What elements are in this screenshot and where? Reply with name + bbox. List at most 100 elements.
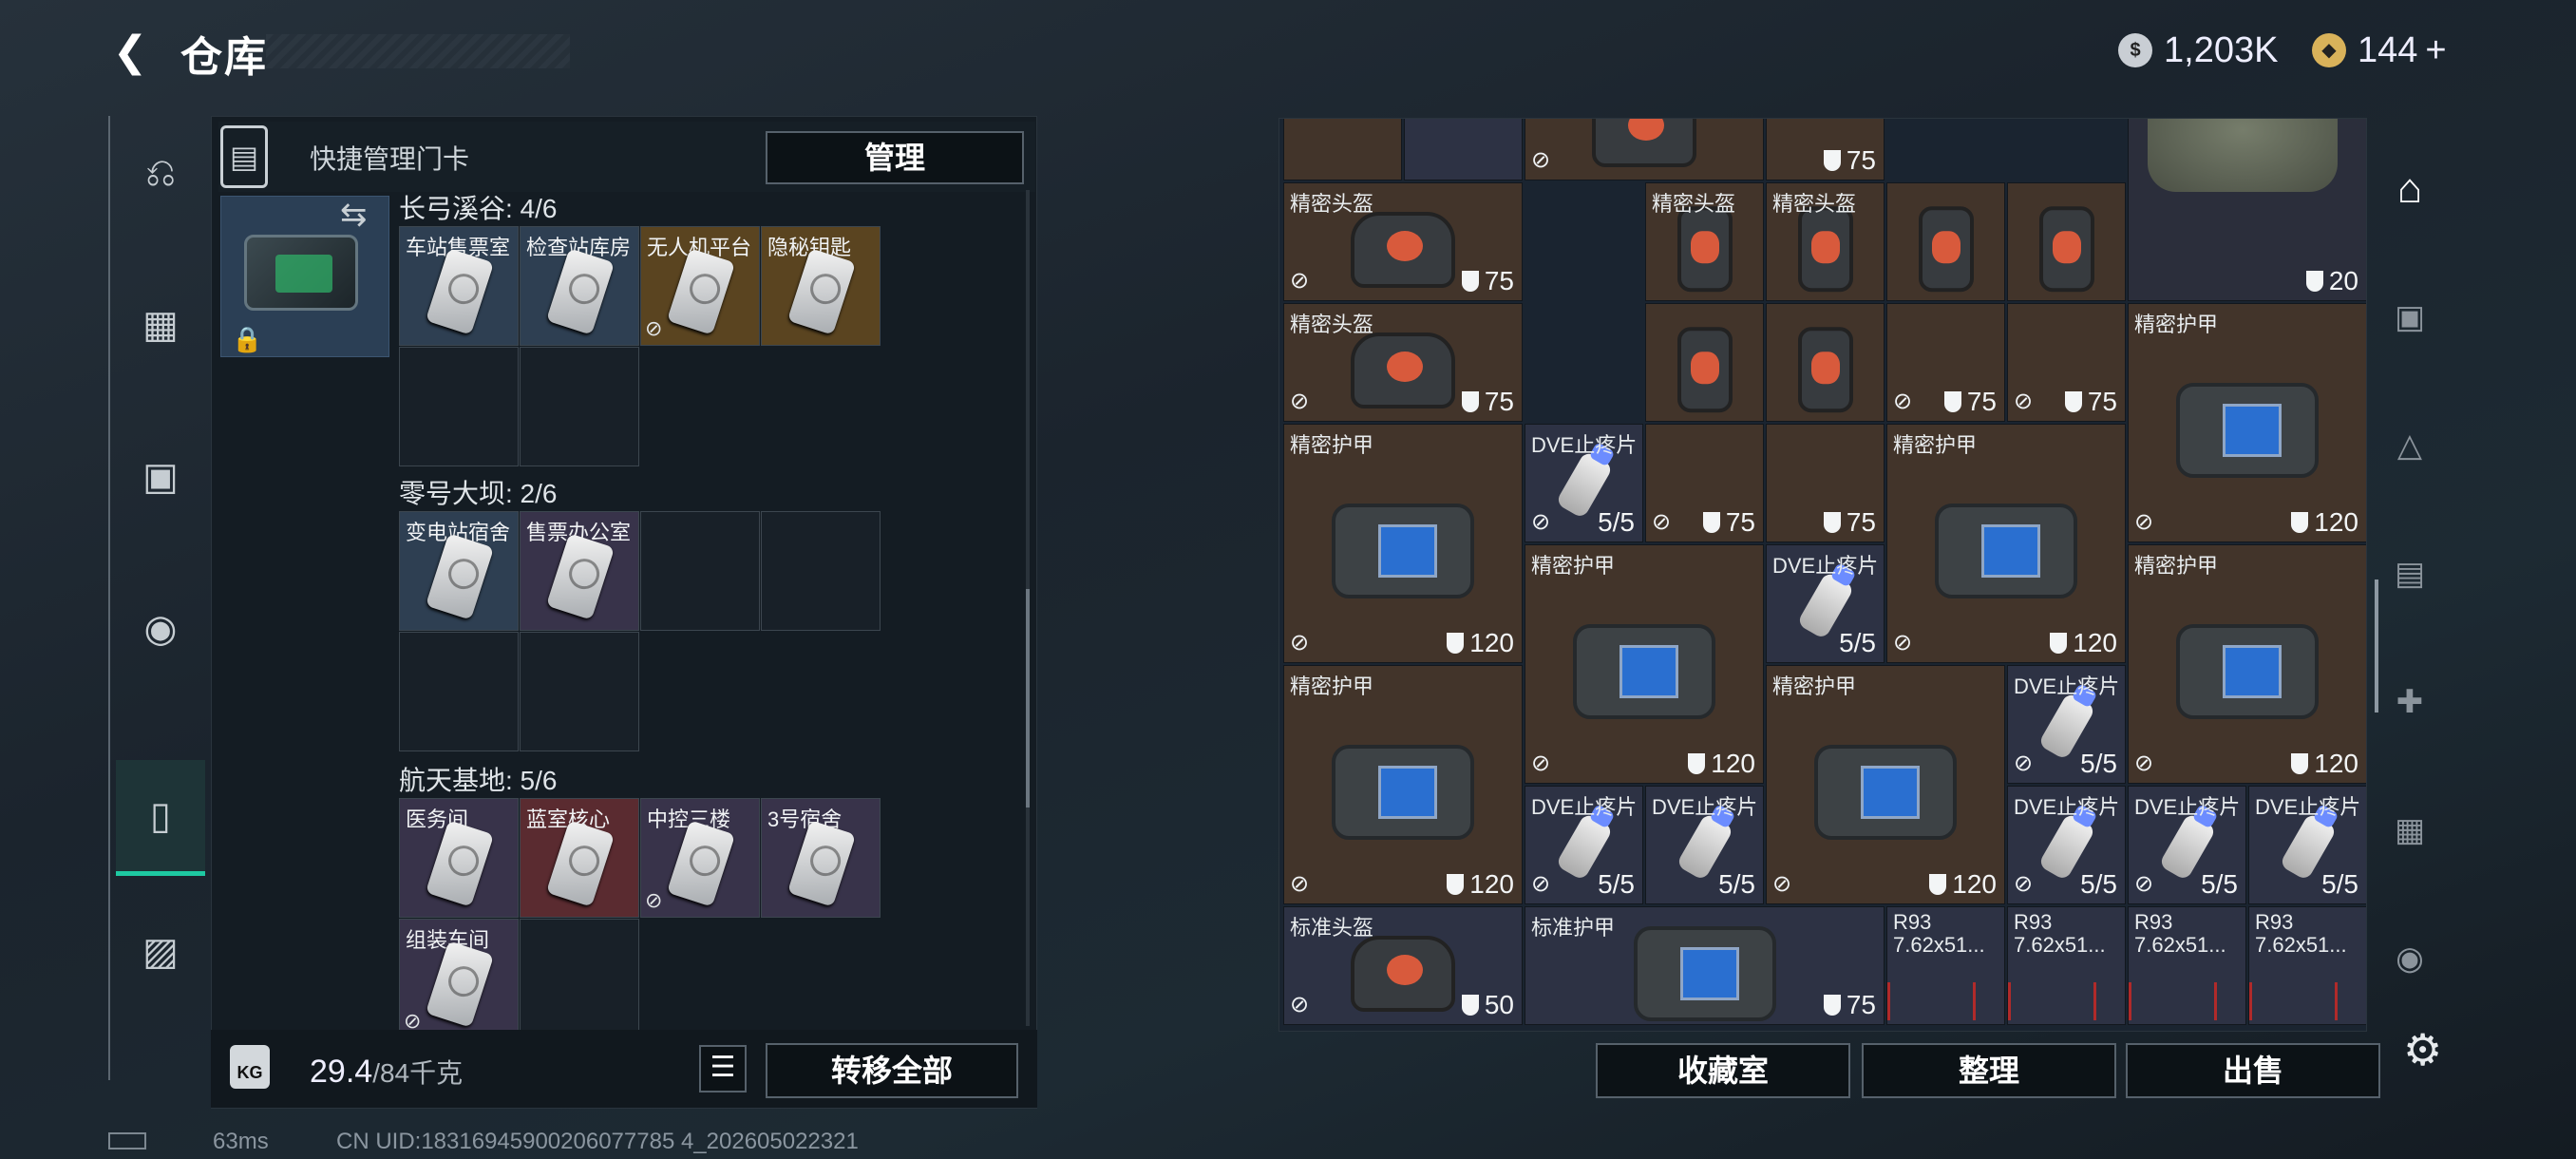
stash-item[interactable] (1283, 119, 1402, 180)
keycard-slot[interactable]: 蓝室核心 (520, 798, 639, 918)
stash-item[interactable]: 标准护甲 75 (1525, 906, 1885, 1025)
empty-keycard-slot[interactable] (640, 511, 760, 631)
stash-item[interactable]: R93 7.62x51... (2007, 906, 2126, 1025)
stash-item[interactable]: 精密护甲 120 ⊘ (1766, 665, 2005, 904)
stash-item[interactable] (1404, 119, 1523, 180)
currency-tokens[interactable]: ◆ 144 + (2312, 27, 2447, 74)
stash-item[interactable]: 75 (1766, 119, 1885, 180)
item-name: 精密护甲 (1290, 433, 1374, 457)
vest-icon[interactable]: ▦ (116, 277, 205, 372)
stash-item[interactable]: 75 ⊘ (1645, 424, 1764, 542)
stash-item[interactable]: 20 (2128, 119, 2366, 301)
stash-item[interactable]: 标准头盔 50 ⊘ (1283, 906, 1523, 1025)
sell-button[interactable]: 出售 (2126, 1043, 2380, 1098)
durability-shield-icon (1929, 874, 1947, 895)
stash-page-4b-icon[interactable]: ◉ (2375, 921, 2445, 997)
stash-item[interactable]: 75 (1766, 424, 1885, 542)
pouch-icon[interactable]: ◉ (116, 581, 205, 676)
stash-item[interactable] (2007, 182, 2126, 301)
item-name: 精密头盔 (1290, 313, 1374, 336)
stash-item[interactable]: 精密护甲 120 ⊘ (1525, 544, 1764, 784)
item-name: 精密头盔 (1652, 192, 1736, 216)
collection-room-button[interactable]: 收藏室 (1596, 1043, 1850, 1098)
empty-keycard-slot[interactable] (520, 632, 639, 751)
stash-item[interactable]: DVE止疼片 5/5 (1645, 786, 1764, 904)
keycard-icon[interactable]: ▯ (116, 760, 205, 876)
swap-icon[interactable]: ⇆ (340, 196, 368, 234)
stash-item[interactable]: 精密护甲 120 ⊘ (1886, 424, 2126, 663)
stash-scroll-thumb[interactable] (2375, 580, 2378, 712)
keycard-slot[interactable]: 3号宿舍 (761, 798, 881, 918)
transfer-all-button[interactable]: 转移全部 (766, 1043, 1018, 1098)
stash-item[interactable]: DVE止疼片 5/5 ⊘ (1525, 424, 1643, 542)
stash-item[interactable]: DVE止疼片 5/5 ⊘ (1525, 786, 1643, 904)
keycard-slot[interactable]: 售票办公室 (520, 511, 639, 631)
stash-item[interactable]: 75 ⊘ (1886, 303, 2005, 422)
settings-gear-icon[interactable]: ⚙ (2403, 1024, 2442, 1075)
keycard-scroll-thumb[interactable] (1026, 589, 1030, 808)
stash-item[interactable]: 精密护甲 120 ⊘ (2128, 303, 2366, 542)
stash-page-4-icon[interactable]: ▤ (2375, 536, 2445, 612)
empty-keycard-slot[interactable] (399, 347, 519, 466)
stash-item[interactable]: 精密护甲 120 ⊘ (1283, 665, 1523, 904)
item-durability: 120 (1929, 869, 1997, 900)
stash-page-2-icon[interactable]: △ (2375, 408, 2445, 484)
keycard-slot[interactable]: 无人机平台 ⊘ (640, 226, 760, 346)
item-value-text: 5/5 (1839, 628, 1876, 657)
empty-keycard-slot[interactable] (520, 919, 639, 1038)
stash-page-3b-icon[interactable]: ▦ (2375, 792, 2445, 868)
stash-item[interactable]: 精密头盔 (1645, 182, 1764, 301)
sort-button[interactable]: 整理 (1862, 1043, 2116, 1098)
list-view-icon[interactable]: ☰ (699, 1045, 747, 1092)
item-durability: 5/5 (2321, 869, 2358, 900)
keycard-slot[interactable]: 车站售票室 (399, 226, 519, 346)
stash-home-icon[interactable]: ⌂ (2375, 151, 2445, 227)
stash-item[interactable]: R93 7.62x51... (1886, 906, 2005, 1025)
stash-item[interactable]: 75 ⊘ (2007, 303, 2126, 422)
item-value-text: 120 (1952, 869, 1997, 899)
empty-keycard-slot[interactable] (761, 511, 881, 631)
stash-item[interactable]: DVE止疼片 5/5 ⊘ (2007, 665, 2126, 784)
stash-item[interactable]: 精密护甲 120 ⊘ (2128, 544, 2366, 784)
backpack-icon[interactable]: ▣ (116, 429, 205, 524)
item-value-text: 75 (1966, 387, 1997, 416)
durability-shield-icon (1823, 995, 1841, 1016)
durability-shield-icon (2291, 512, 2309, 533)
empty-keycard-slot[interactable] (520, 347, 639, 466)
stash-item[interactable]: 精密头盔 75 ⊘ (1283, 182, 1523, 301)
stash-item[interactable] (1886, 182, 2005, 301)
stash-item[interactable]: 精密头盔 (1766, 182, 1885, 301)
keycard-slot[interactable]: 中控三楼 ⊘ (640, 798, 760, 918)
stash-item[interactable] (1645, 303, 1764, 422)
keycard-slot[interactable]: 检查站库房 (520, 226, 639, 346)
stash-item[interactable]: DVE止疼片 5/5 ⊘ (2128, 786, 2246, 904)
stash-item[interactable] (1766, 303, 1885, 422)
stash-item[interactable]: 精密头盔 75 ⊘ (1283, 303, 1523, 422)
durability-shield-icon (1823, 150, 1841, 171)
toolbox-icon[interactable]: ▨ (116, 904, 205, 999)
keycard-slot[interactable]: 组装车间 ⊘ (399, 919, 519, 1038)
stash-page-3a-icon[interactable]: ▣ (2375, 279, 2445, 355)
stash-item[interactable]: DVE止疼片 5/5 (1766, 544, 1885, 663)
manage-button[interactable]: 管理 (766, 131, 1024, 184)
keycard-slot[interactable]: 变电站宿舍 (399, 511, 519, 631)
stash-item[interactable]: R93 7.62x51... (2248, 906, 2366, 1025)
stash-item[interactable]: DVE止疼片 5/5 (2248, 786, 2366, 904)
stash-item[interactable]: 精密护甲 120 ⊘ (1283, 424, 1523, 663)
stash-item[interactable]: ⊘ (1525, 119, 1764, 180)
uninsured-icon: ⊘ (645, 316, 663, 340)
empty-keycard-slot[interactable] (399, 632, 519, 751)
back-icon[interactable]: ❮ (106, 28, 154, 76)
stash-item[interactable]: DVE止疼片 5/5 ⊘ (2007, 786, 2126, 904)
helmet-image (1592, 119, 1696, 167)
helmet-image (1351, 332, 1455, 408)
add-currency-icon[interactable]: + (2425, 30, 2446, 71)
keycard-slot[interactable]: 医务间 (399, 798, 519, 918)
item-name: DVE止疼片 (2134, 795, 2241, 819)
keycard-slot[interactable]: 隐秘钥匙 (761, 226, 881, 346)
item-value-text: 75 (1484, 266, 1514, 295)
stash-page-4-add-icon[interactable]: ✚ (2375, 664, 2445, 740)
item-value-text: 75 (1725, 507, 1755, 537)
weapon-icon[interactable]: ⎌ (116, 125, 205, 220)
stash-item[interactable]: R93 7.62x51... (2128, 906, 2246, 1025)
